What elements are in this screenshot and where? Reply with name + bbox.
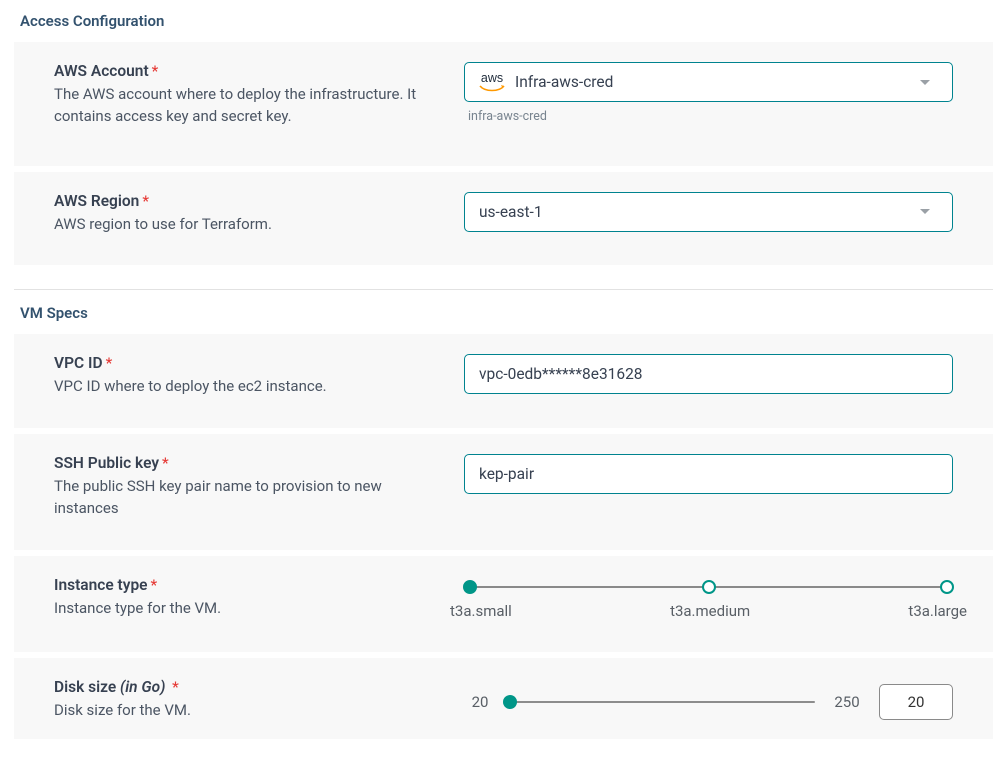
slider-max-label: 250 bbox=[829, 693, 865, 711]
stepper-instance-type[interactable]: t3a.small t3a.medium t3a.large bbox=[464, 586, 953, 620]
stepper-node-medium[interactable] bbox=[702, 580, 716, 594]
chevron-down-icon bbox=[920, 80, 930, 85]
stepper-label-2: t3a.large bbox=[908, 602, 967, 620]
stepper-node-small[interactable] bbox=[463, 580, 477, 594]
section-divider bbox=[14, 289, 993, 290]
row-disk-size: Disk size (in Go) * Disk size for the VM… bbox=[14, 658, 993, 740]
desc-vpc-id: VPC ID where to deploy the ec2 instance. bbox=[54, 376, 444, 398]
slider-track[interactable] bbox=[510, 695, 815, 709]
section-vm-specs: VM Specs VPC ID* VPC ID where to deploy … bbox=[14, 304, 993, 739]
desc-disk-size: Disk size for the VM. bbox=[54, 700, 444, 722]
desc-aws-account: The AWS account where to deploy the infr… bbox=[54, 84, 444, 128]
required-marker: * bbox=[151, 576, 158, 594]
section-title-access: Access Configuration bbox=[20, 12, 993, 30]
label-vpc-id: VPC ID bbox=[54, 354, 103, 372]
desc-instance-type: Instance type for the VM. bbox=[54, 598, 444, 620]
label-aws-account: AWS Account bbox=[54, 62, 149, 80]
label-aws-region: AWS Region bbox=[54, 192, 139, 210]
aws-logo-icon: aws bbox=[479, 71, 505, 94]
stepper-node-large[interactable] bbox=[940, 580, 954, 594]
hint-aws-account: infra-aws-cred bbox=[468, 109, 953, 124]
row-vpc-id: VPC ID* VPC ID where to deploy the ec2 i… bbox=[14, 334, 993, 428]
chevron-down-icon bbox=[920, 209, 930, 214]
row-instance-type: Instance type* Instance type for the VM.… bbox=[14, 556, 993, 652]
select-aws-region[interactable]: us-east-1 bbox=[464, 192, 953, 232]
label-instance-type: Instance type bbox=[54, 576, 148, 594]
section-title-vm: VM Specs bbox=[20, 304, 993, 322]
desc-ssh-key: The public SSH key pair name to provisio… bbox=[54, 476, 444, 520]
slider-value-input[interactable]: 20 bbox=[879, 684, 953, 720]
required-marker: * bbox=[172, 678, 179, 696]
select-aws-account-value: Infra-aws-cred bbox=[515, 73, 613, 91]
label-ssh-key: SSH Public key bbox=[54, 454, 159, 472]
input-ssh-key[interactable] bbox=[464, 454, 953, 494]
required-marker: * bbox=[142, 192, 149, 210]
select-aws-region-value: us-east-1 bbox=[479, 203, 543, 221]
row-aws-region: AWS Region* AWS region to use for Terraf… bbox=[14, 172, 993, 266]
required-marker: * bbox=[106, 354, 113, 372]
select-aws-account[interactable]: aws Infra-aws-cred bbox=[464, 62, 953, 102]
required-marker: * bbox=[152, 62, 159, 80]
section-access-configuration: Access Configuration AWS Account* The AW… bbox=[14, 12, 993, 265]
label-disk-size: Disk size (in Go) bbox=[54, 678, 165, 696]
slider-min-label: 20 bbox=[464, 693, 496, 711]
stepper-label-1: t3a.medium bbox=[670, 602, 750, 620]
row-ssh-key: SSH Public key* The public SSH key pair … bbox=[14, 434, 993, 550]
slider-disk-size: 20 250 20 bbox=[464, 684, 953, 720]
desc-aws-region: AWS region to use for Terraform. bbox=[54, 214, 444, 236]
required-marker: * bbox=[162, 454, 169, 472]
input-vpc-id[interactable] bbox=[464, 354, 953, 394]
slider-thumb[interactable] bbox=[503, 695, 517, 709]
row-aws-account: AWS Account* The AWS account where to de… bbox=[14, 42, 993, 166]
stepper-label-0: t3a.small bbox=[450, 602, 512, 620]
